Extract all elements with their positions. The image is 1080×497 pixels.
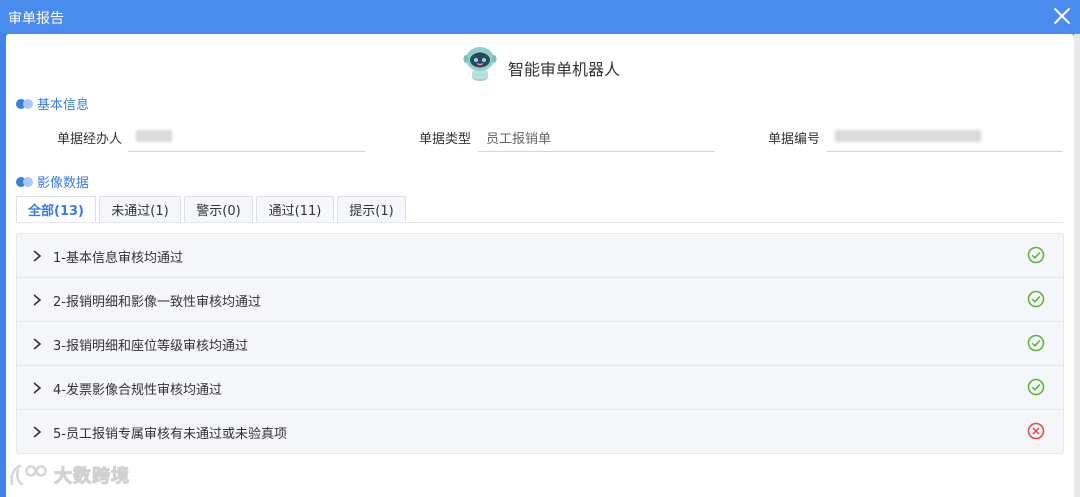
- list-item[interactable]: 2-报销明细和影像一致性审核均通过: [17, 278, 1063, 322]
- list-item[interactable]: 1-基本信息审核均通过: [17, 234, 1063, 278]
- window-titlebar: 审单报告: [0, 0, 1080, 34]
- chevron-right-icon: [33, 338, 42, 350]
- section-title: 基本信息: [37, 98, 90, 113]
- handler-field[interactable]: [128, 118, 365, 152]
- list-item[interactable]: 4-发票影像合规性审核均通过: [17, 366, 1063, 410]
- tabs-divider: [16, 222, 1063, 223]
- list-item-label: 3-报销明细和座位等级审核均通过: [53, 339, 248, 354]
- x-circle-icon: [1027, 422, 1045, 440]
- section-bullet-icon: [16, 176, 33, 187]
- check-circle-icon: [1027, 334, 1045, 352]
- watermark-text: 大数跨境: [54, 466, 130, 488]
- doc-type-label: 单据类型: [419, 132, 472, 147]
- list-item-label: 2-报销明细和影像一致性审核均通过: [53, 295, 261, 310]
- section-bullet-icon: [16, 98, 33, 109]
- list-item[interactable]: 3-报销明细和座位等级审核均通过: [17, 322, 1063, 366]
- window-title: 审单报告: [8, 11, 64, 27]
- doc-type-field[interactable]: 员工报销单: [478, 118, 715, 152]
- check-circle-icon: [1027, 290, 1045, 308]
- robot-icon: [463, 47, 497, 81]
- doc-type-value: 员工报销单: [486, 132, 552, 147]
- watermark-logo-icon: [10, 464, 47, 486]
- tab-hint[interactable]: 提示(1): [337, 196, 406, 223]
- list-item[interactable]: 5-员工报销专属审核有未通过或未验真项: [17, 410, 1063, 453]
- chevron-right-icon: [33, 250, 42, 262]
- doc-number-field[interactable]: [827, 118, 1063, 152]
- section-title: 影像数据: [37, 176, 90, 191]
- section-image-data: 影像数据: [16, 172, 89, 191]
- list-item-label: 1-基本信息审核均通过: [53, 251, 183, 266]
- chevron-right-icon: [33, 294, 42, 306]
- close-icon[interactable]: [1050, 4, 1074, 28]
- handler-value-redacted: [136, 129, 172, 142]
- doc-number-label: 单据编号: [768, 132, 821, 147]
- tab-failed[interactable]: 未通过(1): [99, 196, 181, 223]
- list-item-label: 4-发票影像合规性审核均通过: [53, 383, 222, 398]
- tab-passed[interactable]: 通过(11): [256, 196, 334, 223]
- report-panel: 智能审单机器人 基本信息 单据经办人 单据类型 员工报销单 单据编号 影像数据 …: [6, 34, 1074, 497]
- check-circle-icon: [1027, 246, 1045, 264]
- filter-tabs: 全部(13) 未通过(1) 警示(0) 通过(11) 提示(1): [16, 196, 409, 223]
- watermark: 大数跨境: [8, 462, 130, 488]
- tab-warning[interactable]: 警示(0): [184, 196, 253, 223]
- scrollbar[interactable]: [1074, 34, 1080, 497]
- audit-result-list: 1-基本信息审核均通过 2-报销明细和影像一致性审核均通过 3-报销明细和座位等…: [16, 233, 1064, 454]
- tab-all[interactable]: 全部(13): [16, 196, 96, 223]
- doc-number-value-redacted: [835, 129, 981, 142]
- chevron-right-icon: [33, 382, 42, 394]
- robot-title: 智能审单机器人: [508, 60, 621, 79]
- list-item-label: 5-员工报销专属审核有未通过或未验真项: [53, 427, 287, 442]
- chevron-right-icon: [33, 426, 42, 438]
- check-circle-icon: [1027, 378, 1045, 396]
- section-basic-info: 基本信息: [16, 94, 89, 113]
- handler-label: 单据经办人: [57, 132, 123, 147]
